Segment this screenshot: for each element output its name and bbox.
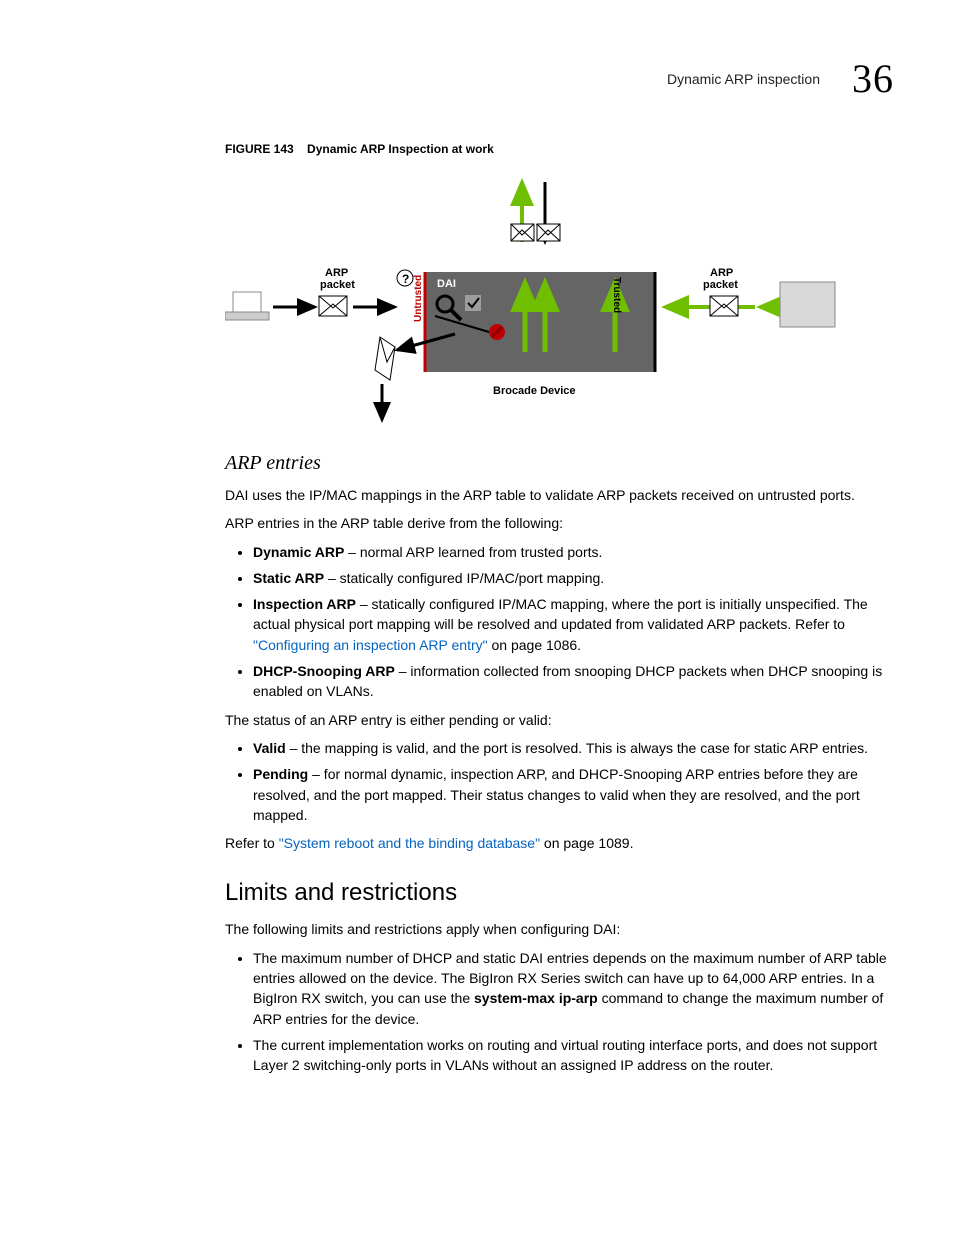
arp-packet-right-label: ARPpacket [703,267,738,291]
main-content: FIGURE 143 Dynamic ARP Inspection at wor… [225,142,905,1076]
list-item: Static ARP – statically configured IP/MA… [253,568,905,588]
list-item: DHCP-Snooping ARP – information collecte… [253,661,905,702]
figure-label: FIGURE 143 [225,142,294,156]
xref-link[interactable]: "Configuring an inspection ARP entry" [253,637,488,653]
chapter-number: 36 [852,55,894,102]
body-text: Refer to "System reboot and the binding … [225,833,905,853]
body-text: ARP entries in the ARP table derive from… [225,513,905,533]
dai-label: DAI [437,278,456,290]
arp-entries-heading: ARP entries [225,452,905,475]
dai-diagram: DAI ARPpacket ? Untrusted [225,172,905,432]
running-title: Dynamic ARP inspection [667,71,820,87]
running-header: Dynamic ARP inspection 36 [60,55,894,102]
xref-link[interactable]: "System reboot and the binding database" [279,835,540,851]
arp-packet-left-label: ARPpacket [320,267,355,291]
device-label: Brocade Device [493,385,576,397]
list-item: Valid – the mapping is valid, and the po… [253,738,905,758]
svg-text:?: ? [402,272,409,286]
list-item: Inspection ARP – statically configured I… [253,594,905,655]
body-text: The status of an ARP entry is either pen… [225,710,905,730]
limits-heading: Limits and restrictions [225,879,905,907]
dropped-envelope-icon [375,337,395,380]
check-icon [465,295,481,311]
arp-types-list: Dynamic ARP – normal ARP learned from tr… [225,542,905,702]
figure-title: Dynamic ARP Inspection at work [307,142,494,156]
limits-list: The maximum number of DHCP and static DA… [225,948,905,1076]
status-list: Valid – the mapping is valid, and the po… [225,738,905,825]
body-text: DAI uses the IP/MAC mappings in the ARP … [225,485,905,505]
body-text: The following limits and restrictions ap… [225,919,905,939]
figure-caption: FIGURE 143 Dynamic ARP Inspection at wor… [225,142,905,156]
list-item: The current implementation works on rout… [253,1035,905,1076]
server-icon [780,282,835,327]
list-item: The maximum number of DHCP and static DA… [253,948,905,1029]
untrusted-label: Untrusted [413,275,424,322]
computer-icon [225,292,269,320]
trusted-label: Trusted [611,277,622,313]
page: Dynamic ARP inspection 36 FIGURE 143 Dyn… [0,0,954,1235]
list-item: Pending – for normal dynamic, inspection… [253,764,905,825]
list-item: Dynamic ARP – normal ARP learned from tr… [253,542,905,562]
